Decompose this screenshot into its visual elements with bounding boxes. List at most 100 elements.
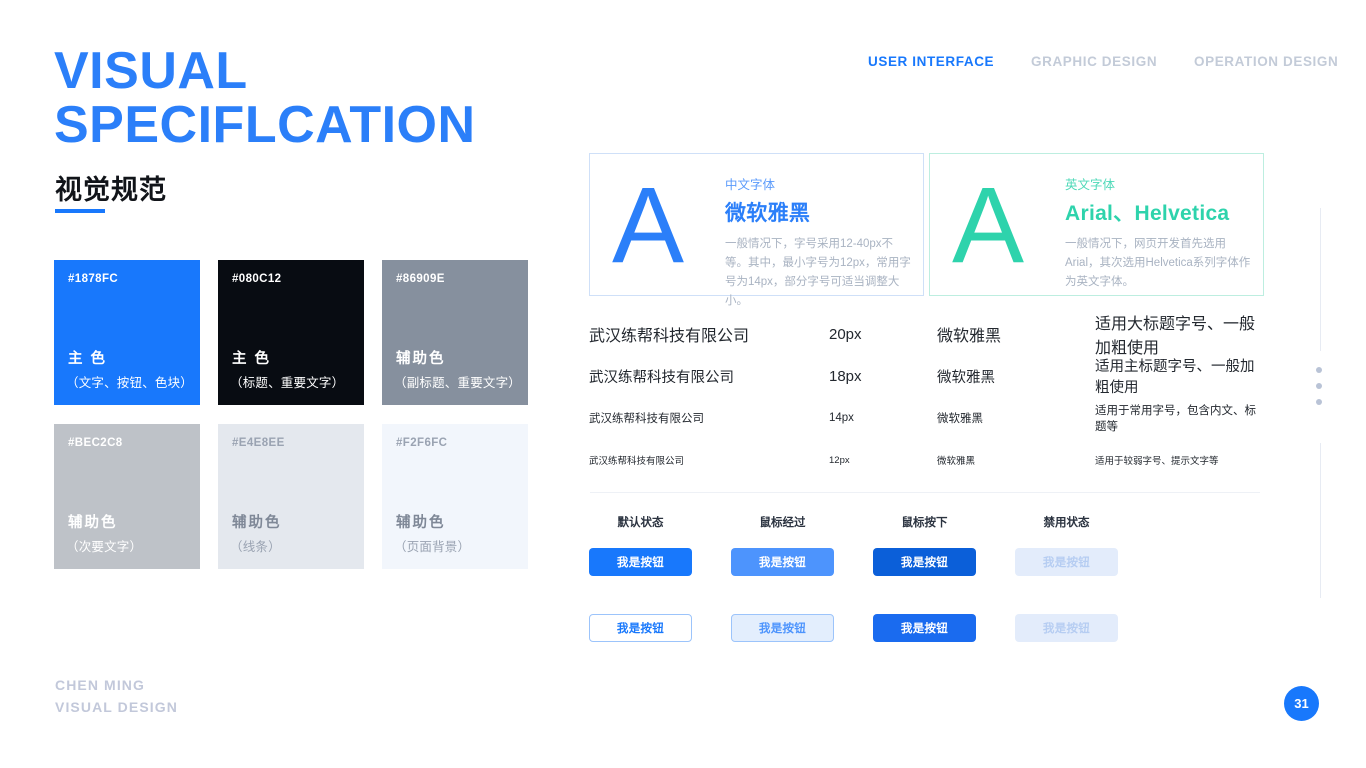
primary-button-disabled: 我是按钮: [1015, 548, 1118, 576]
spec-font-family: 微软雅黑: [937, 328, 1002, 345]
button-state-label: 禁用状态: [1043, 517, 1090, 529]
nav-item-graphic-design[interactable]: GRAPHIC DESIGN: [1031, 54, 1157, 69]
font-card-title: Arial、Helvetica: [1065, 202, 1230, 225]
dot-icon: [1316, 399, 1322, 405]
swatch-role-name: 主 色: [68, 351, 108, 367]
button-slot: 我是按钮: [731, 614, 873, 642]
dot-icon: [1316, 383, 1322, 389]
font-card-body: 英文字体 Arial、Helvetica 一般情况下，网页开发首先选用Arial…: [1065, 174, 1251, 292]
swatch-hex-code: #86909E: [396, 273, 445, 285]
button-slot: 我是按钮: [1015, 614, 1157, 642]
swatch-role-name: 辅助色: [396, 515, 446, 531]
spec-font-family: 微软雅黑: [937, 413, 983, 425]
secondary-button-default[interactable]: 我是按钮: [589, 614, 692, 642]
button-state-labels: 默认状态 鼠标经过 鼠标按下 禁用状态: [589, 514, 1261, 530]
decorative-dots: [1316, 367, 1322, 415]
swatch-hex-code: #E4E8EE: [232, 437, 285, 449]
button-row-primary: 我是按钮 我是按钮 我是按钮 我是按钮: [589, 548, 1157, 576]
spec-font-size: 12px: [829, 454, 850, 466]
page-title-line2: SPECIFLCATION: [54, 96, 476, 154]
spec-font-family: 微软雅黑: [937, 369, 995, 386]
spec-font-size: 14px: [829, 412, 854, 424]
color-swatch-grid: #1878FC 主 色 （文字、按钮、色块） #080C12 主 色 （标题、重…: [54, 260, 528, 569]
swatch-usage-note: （页面背景）: [394, 540, 471, 554]
primary-button-pressed[interactable]: 我是按钮: [873, 548, 976, 576]
page-title-line1: VISUAL: [54, 42, 248, 100]
spec-usage-note: 适用大标题字号、一般加粗使用: [1095, 316, 1256, 357]
button-state-column: 默认状态: [589, 514, 731, 530]
decorative-line-top: [1320, 208, 1321, 351]
page-number-badge: 31: [1284, 686, 1319, 721]
font-card-label: 英文字体: [1065, 178, 1116, 192]
secondary-button-hover[interactable]: 我是按钮: [731, 614, 834, 642]
spec-sample-text: 武汉练帮科技有限公司: [589, 328, 750, 345]
table-row: 武汉练帮科技有限公司 20px 微软雅黑 适用大标题字号、一般加粗使用: [589, 313, 1261, 357]
font-card-description: 一般情况下，字号采用12-40px不等。其中，最小字号为12px，常用字号为14…: [725, 238, 911, 307]
swatch-usage-note: （文字、按钮、色块）: [66, 376, 194, 390]
button-slot: 我是按钮: [873, 548, 1015, 576]
button-specimens: 我是按钮 我是按钮 我是按钮 我是按钮 我是按钮 我是按钮 我是按钮 我是按钮: [589, 548, 1157, 680]
spec-sample-text: 武汉练帮科技有限公司: [589, 456, 685, 467]
swatch-hex-code: #BEC2C8: [68, 437, 123, 449]
color-swatch: #080C12 主 色 （标题、重要文字）: [218, 260, 364, 405]
font-card-title: 微软雅黑: [725, 202, 811, 225]
font-card-chinese: A 中文字体 微软雅黑 一般情况下，字号采用12-40px不等。其中，最小字号为…: [589, 153, 924, 307]
swatch-usage-note: （次要文字）: [66, 540, 143, 554]
color-swatch: #E4E8EE 辅助色 （线条）: [218, 424, 364, 569]
button-slot: 我是按钮: [589, 548, 731, 576]
page-title-english: VISUAL SPECIFLCATION: [54, 44, 574, 152]
font-card-description: 一般情况下，网页开发首先选用Arial，其次选用Helvetica系列字体作为英…: [1065, 238, 1251, 288]
spec-usage-note: 适用主标题字号、一般加粗使用: [1095, 359, 1255, 396]
color-swatch: #1878FC 主 色 （文字、按钮、色块）: [54, 260, 200, 405]
secondary-button-disabled: 我是按钮: [1015, 614, 1118, 642]
secondary-button-pressed[interactable]: 我是按钮: [873, 614, 976, 642]
nav-item-user-interface[interactable]: USER INTERFACE: [868, 54, 994, 69]
section-divider: [590, 492, 1260, 493]
font-card-body: 中文字体 微软雅黑 一般情况下，字号采用12-40px不等。其中，最小字号为12…: [725, 174, 911, 311]
swatch-usage-note: （线条）: [230, 540, 281, 554]
slide-root: USER INTERFACE GRAPHIC DESIGN OPERATION …: [0, 0, 1366, 768]
font-size-spec-table: 武汉练帮科技有限公司 20px 微软雅黑 适用大标题字号、一般加粗使用 武汉练帮…: [589, 313, 1261, 481]
primary-button-default[interactable]: 我是按钮: [589, 548, 692, 576]
swatch-role-name: 辅助色: [232, 515, 282, 531]
button-slot: 我是按钮: [731, 548, 873, 576]
button-state-column: 鼠标按下: [873, 514, 1015, 530]
button-state-column: 禁用状态: [1015, 514, 1157, 530]
nav-item-operation-design[interactable]: OPERATION DESIGN: [1194, 54, 1338, 69]
footer-author-name: CHEN MING: [55, 677, 146, 693]
swatch-role-name: 辅助色: [68, 515, 118, 531]
primary-button-hover[interactable]: 我是按钮: [731, 548, 834, 576]
footer-credit: CHEN MING VISUAL DESIGN: [55, 674, 178, 718]
font-card-english: A 英文字体 Arial、Helvetica 一般情况下，网页开发首先选用Ari…: [929, 153, 1264, 296]
letter-a-glyph-icon: A: [952, 164, 1025, 285]
spec-usage-note: 适用于常用字号，包含内文、标题等: [1095, 405, 1256, 433]
swatch-hex-code: #1878FC: [68, 273, 119, 285]
spec-sample-text: 武汉练帮科技有限公司: [589, 369, 734, 386]
spec-font-size: 20px: [829, 325, 862, 343]
letter-a-glyph-icon: A: [612, 164, 685, 285]
decorative-line-bottom: [1320, 443, 1321, 598]
color-swatch: #86909E 辅助色 （副标题、重要文字）: [382, 260, 528, 405]
page-title-chinese: 视觉规范: [55, 175, 167, 205]
color-swatch: #F2F6FC 辅助色 （页面背景）: [382, 424, 528, 569]
color-swatch: #BEC2C8 辅助色 （次要文字）: [54, 424, 200, 569]
title-underline-rule: [55, 209, 105, 213]
button-state-label: 鼠标经过: [759, 517, 806, 529]
swatch-usage-note: （标题、重要文字）: [230, 376, 345, 390]
spec-usage-note: 适用于较弱字号、提示文字等: [1095, 456, 1219, 467]
dot-icon: [1316, 367, 1322, 373]
footer-author-role: VISUAL DESIGN: [55, 699, 178, 715]
table-row: 武汉练帮科技有限公司 12px 微软雅黑 适用于较弱字号、提示文字等: [589, 439, 1261, 481]
swatch-usage-note: （副标题、重要文字）: [394, 376, 522, 390]
swatch-role-name: 辅助色: [396, 351, 446, 367]
spec-font-size: 18px: [829, 367, 862, 385]
button-state-label: 鼠标按下: [901, 517, 948, 529]
table-row: 武汉练帮科技有限公司 18px 微软雅黑 适用主标题字号、一般加粗使用: [589, 355, 1261, 397]
button-state-column: 鼠标经过: [731, 514, 873, 530]
swatch-hex-code: #080C12: [232, 273, 282, 285]
swatch-hex-code: #F2F6FC: [396, 437, 448, 449]
button-row-secondary: 我是按钮 我是按钮 我是按钮 我是按钮: [589, 614, 1157, 642]
table-row: 武汉练帮科技有限公司 14px 微软雅黑 适用于常用字号，包含内文、标题等: [589, 397, 1261, 439]
spec-font-family: 微软雅黑: [937, 456, 976, 467]
button-slot: 我是按钮: [1015, 548, 1157, 576]
